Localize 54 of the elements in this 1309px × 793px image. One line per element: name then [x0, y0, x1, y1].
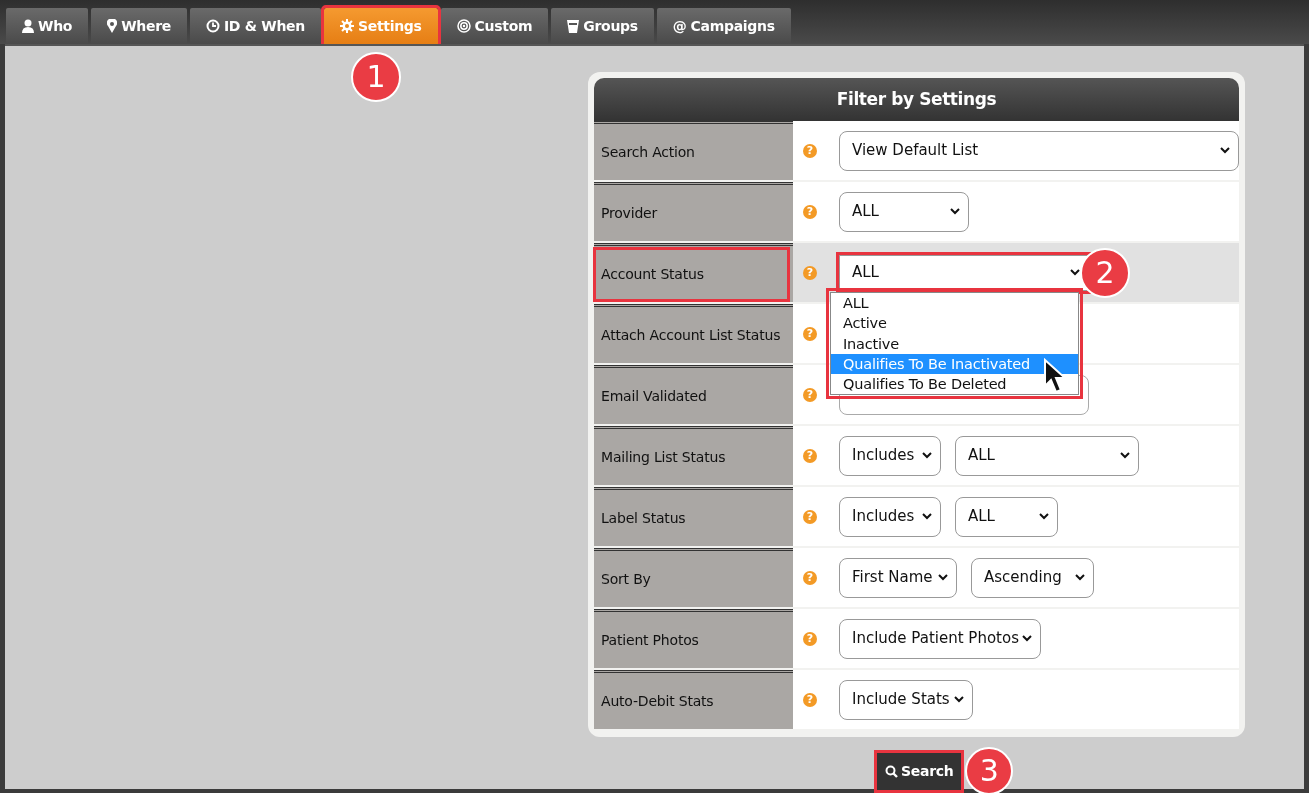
- tab[interactable]: Who: [6, 8, 89, 44]
- dropdown[interactable]: ALL: [839, 254, 1089, 291]
- dropdown[interactable]: Includes: [839, 496, 941, 537]
- dropdown-option[interactable]: Active: [831, 313, 1078, 334]
- chevron-icon: [1070, 269, 1080, 276]
- dropdown[interactable]: First Name: [839, 557, 957, 598]
- tab[interactable]: Groups: [551, 8, 654, 44]
- chevron-icon: [922, 513, 932, 520]
- panel-title: Filter by Settings: [594, 78, 1239, 121]
- field-label: Provider: [601, 203, 658, 223]
- dropdown[interactable]: ALL: [955, 496, 1058, 537]
- chevron-icon: [1220, 147, 1230, 154]
- callout-number: 3: [965, 747, 1014, 793]
- dropdown[interactable]: ALL: [955, 435, 1139, 476]
- chevron-icon: [1039, 513, 1049, 520]
- dropdown-option[interactable]: Qualifies To Be Deleted: [831, 374, 1078, 395]
- field-label: Mailing List Status: [601, 447, 726, 467]
- map-pin-icon: [107, 19, 118, 33]
- bucket-icon: [567, 19, 580, 33]
- search-button[interactable]: Search: [877, 752, 962, 790]
- clock-icon: [205, 19, 220, 33]
- dropdown[interactable]: ALL: [839, 191, 969, 232]
- field-label: Auto-Debit Stats: [601, 691, 714, 711]
- chevron-icon: [922, 452, 932, 459]
- field-label: Label Status: [601, 508, 686, 528]
- callout-number: 2: [1080, 248, 1130, 298]
- search-icon: [885, 764, 898, 778]
- chevron-icon: [950, 208, 960, 215]
- field-label: Patient Photos: [601, 630, 699, 650]
- at-icon: @: [672, 15, 687, 37]
- gear-icon: [339, 19, 354, 33]
- chevron-icon: [1075, 574, 1085, 581]
- dropdown[interactable]: Include Patient Photos: [839, 618, 1041, 659]
- tab[interactable]: ID & When: [189, 8, 321, 44]
- chevron-icon: [938, 574, 948, 581]
- dropdown[interactable]: Ascending: [971, 557, 1094, 598]
- chevron-icon: [954, 696, 964, 703]
- field-label: Email Validated: [601, 386, 707, 406]
- field-label: Search Action: [601, 142, 695, 162]
- dropdown-option[interactable]: Inactive: [831, 333, 1078, 354]
- target-icon: [456, 19, 471, 33]
- tab[interactable]: @ Campaigns: [656, 8, 791, 44]
- dropdown[interactable]: Include Stats: [839, 679, 973, 720]
- field-label: Sort By: [601, 569, 651, 589]
- dropdown[interactable]: View Default List: [839, 130, 1239, 171]
- dropdown-option[interactable]: ALL: [831, 293, 1078, 314]
- field-label: Account Status: [596, 249, 787, 299]
- chevron-icon: [1022, 635, 1032, 642]
- field-label: Attach Account List Status: [601, 325, 781, 345]
- tab[interactable]: Custom: [440, 8, 549, 44]
- chevron-icon: [1120, 452, 1130, 459]
- user-icon: [22, 19, 34, 33]
- tab[interactable]: Where: [91, 8, 187, 44]
- dropdown[interactable]: Includes: [839, 435, 941, 476]
